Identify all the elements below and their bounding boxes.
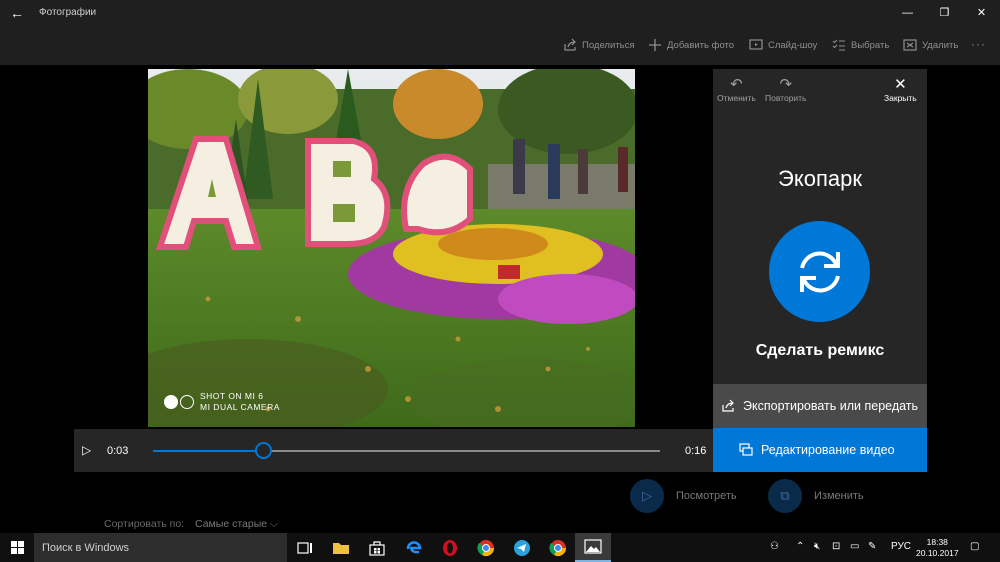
network-icon[interactable]: ⊡ <box>832 541 840 552</box>
edit-video-icon <box>739 443 753 456</box>
search-placeholder: Поиск в Windows <box>42 541 130 554</box>
change-label: Изменить <box>814 490 864 502</box>
player-bar: ▷ 0:03 0:16 <box>74 429 713 472</box>
redo-button[interactable]: ↷ Повторить <box>765 76 807 104</box>
undo-icon: ↶ <box>730 76 743 93</box>
battery-icon[interactable]: ▭ <box>850 541 859 552</box>
clock-time: 18:38 <box>926 537 948 547</box>
watermark-line1: SHOT ON MI 6 <box>200 391 264 401</box>
start-button[interactable] <box>0 533 34 562</box>
seek-thumb[interactable] <box>255 442 273 459</box>
export-label: Экспортировать или передать <box>743 399 919 413</box>
people-icon[interactable]: ⚇ <box>770 541 779 552</box>
undo-button[interactable]: ↶ Отменить <box>717 76 756 104</box>
panel-toolbar: ↶ Отменить ↷ Повторить ✕ Закрыть <box>713 69 927 113</box>
add-photo-button[interactable]: Добавить фото <box>648 38 734 52</box>
play-circle-icon: ▷ <box>630 479 664 513</box>
back-button[interactable]: ← <box>0 0 34 25</box>
seek-bar[interactable] <box>153 442 660 459</box>
select-button[interactable]: Выбрать <box>832 38 889 52</box>
main-area: SHOT ON MI 6 MI DUAL CAMERA ↶ Отменить ↷… <box>0 65 1000 533</box>
sort-value[interactable]: Самые старые <box>195 518 267 530</box>
refresh-icon <box>799 251 840 292</box>
telegram-icon[interactable] <box>511 537 533 559</box>
photos-app-taskbar-item[interactable] <box>575 533 611 562</box>
edit-video-label: Редактирование видео <box>761 443 895 457</box>
command-bar: Поделиться Добавить фото Слайд-шоу Выбра… <box>0 25 1000 65</box>
more-button[interactable]: ··· <box>971 37 986 51</box>
window-controls: — ❐ ✕ <box>889 0 1000 25</box>
pen-icon[interactable]: ✎ <box>868 541 876 552</box>
clock[interactable]: 18:38 20.10.2017 <box>916 537 959 559</box>
duration: 0:16 <box>685 445 707 457</box>
remix-panel: ↶ Отменить ↷ Повторить ✕ Закрыть Экопарк… <box>713 69 927 472</box>
delete-label: Удалить <box>922 39 959 51</box>
share-icon <box>722 399 734 412</box>
sort-control[interactable]: Сортировать по: Самые старые ⌵ <box>104 518 278 531</box>
watch-label: Посмотреть <box>676 490 737 502</box>
close-panel-button[interactable]: ✕ Закрыть <box>884 76 917 104</box>
edge-browser-icon[interactable] <box>403 537 425 559</box>
change-button[interactable]: ⧉ Изменить <box>768 479 864 513</box>
camera-logo-icon <box>164 395 194 409</box>
maximize-button[interactable]: ❐ <box>926 0 963 25</box>
sort-label: Сортировать по: <box>104 518 185 530</box>
video-preview: SHOT ON MI 6 MI DUAL CAMERA <box>148 69 635 427</box>
share-label: Поделиться <box>582 39 635 51</box>
remix-button[interactable] <box>769 221 870 322</box>
current-time: 0:03 <box>107 445 129 457</box>
add-photo-label: Добавить фото <box>667 39 735 51</box>
slideshow-label: Слайд-шоу <box>768 39 818 51</box>
slideshow-icon <box>749 39 763 50</box>
store-icon[interactable] <box>366 537 388 559</box>
park-photo-image <box>148 69 635 427</box>
export-button[interactable]: Экспортировать или передать <box>713 384 927 428</box>
notifications-icon[interactable]: ▢ <box>970 541 979 552</box>
language-indicator[interactable]: РУС <box>891 541 911 552</box>
watermark-line2: MI DUAL CAMERA <box>200 402 280 412</box>
chevron-down-icon: ⌵ <box>270 518 278 530</box>
windows-logo-icon <box>10 541 24 554</box>
clock-date: 20.10.2017 <box>916 548 959 558</box>
close-window-button[interactable]: ✕ <box>963 0 1000 25</box>
edit-video-icon: ⧉ <box>768 479 802 513</box>
undo-label: Отменить <box>717 93 756 103</box>
watermark-text: SHOT ON MI 6 MI DUAL CAMERA <box>200 391 280 413</box>
plus-icon <box>649 39 661 51</box>
file-explorer-icon[interactable] <box>330 537 352 559</box>
edit-video-button[interactable]: Редактирование видео <box>713 428 927 472</box>
select-list-icon <box>832 39 845 51</box>
share-button[interactable]: Поделиться <box>563 38 634 52</box>
remix-label[interactable]: Сделать ремикс <box>713 342 927 360</box>
opera-browser-icon[interactable] <box>439 537 461 559</box>
delete-icon <box>903 39 917 51</box>
redo-icon: ↷ <box>779 76 793 93</box>
task-view-icon[interactable] <box>294 537 316 559</box>
redo-label: Повторить <box>765 93 807 103</box>
select-label: Выбрать <box>851 39 890 51</box>
chevron-up-icon[interactable]: ⌃ <box>796 541 804 552</box>
app-title: Фотографии <box>39 7 97 18</box>
close-icon: ✕ <box>894 76 907 93</box>
chrome-browser-icon[interactable] <box>547 537 569 559</box>
title-bar: ← Фотографии — ❐ ✕ <box>0 0 1000 25</box>
seek-progress <box>153 450 264 452</box>
chrome-browser-icon[interactable] <box>475 537 497 559</box>
share-icon <box>564 38 576 51</box>
taskbar-search[interactable]: Поиск в Windows <box>34 533 287 562</box>
minimize-button[interactable]: — <box>889 0 926 25</box>
watch-button[interactable]: ▷ Посмотреть <box>630 479 737 513</box>
close-label: Закрыть <box>884 93 917 103</box>
slideshow-button[interactable]: Слайд-шоу <box>749 38 817 52</box>
delete-button[interactable]: Удалить <box>903 38 958 52</box>
volume-muted-icon[interactable]: 🔇︎ <box>814 541 820 552</box>
play-icon[interactable]: ▷ <box>82 443 91 457</box>
video-title: Экопарк <box>778 166 862 191</box>
taskbar: Поиск в Windows ⚇ ⌃ 🔇︎ ⊡ ▭ ✎ РУС 18:38 2… <box>0 533 1000 562</box>
camera-watermark: SHOT ON MI 6 MI DUAL CAMERA <box>164 391 280 413</box>
photos-app-icon <box>584 539 602 554</box>
